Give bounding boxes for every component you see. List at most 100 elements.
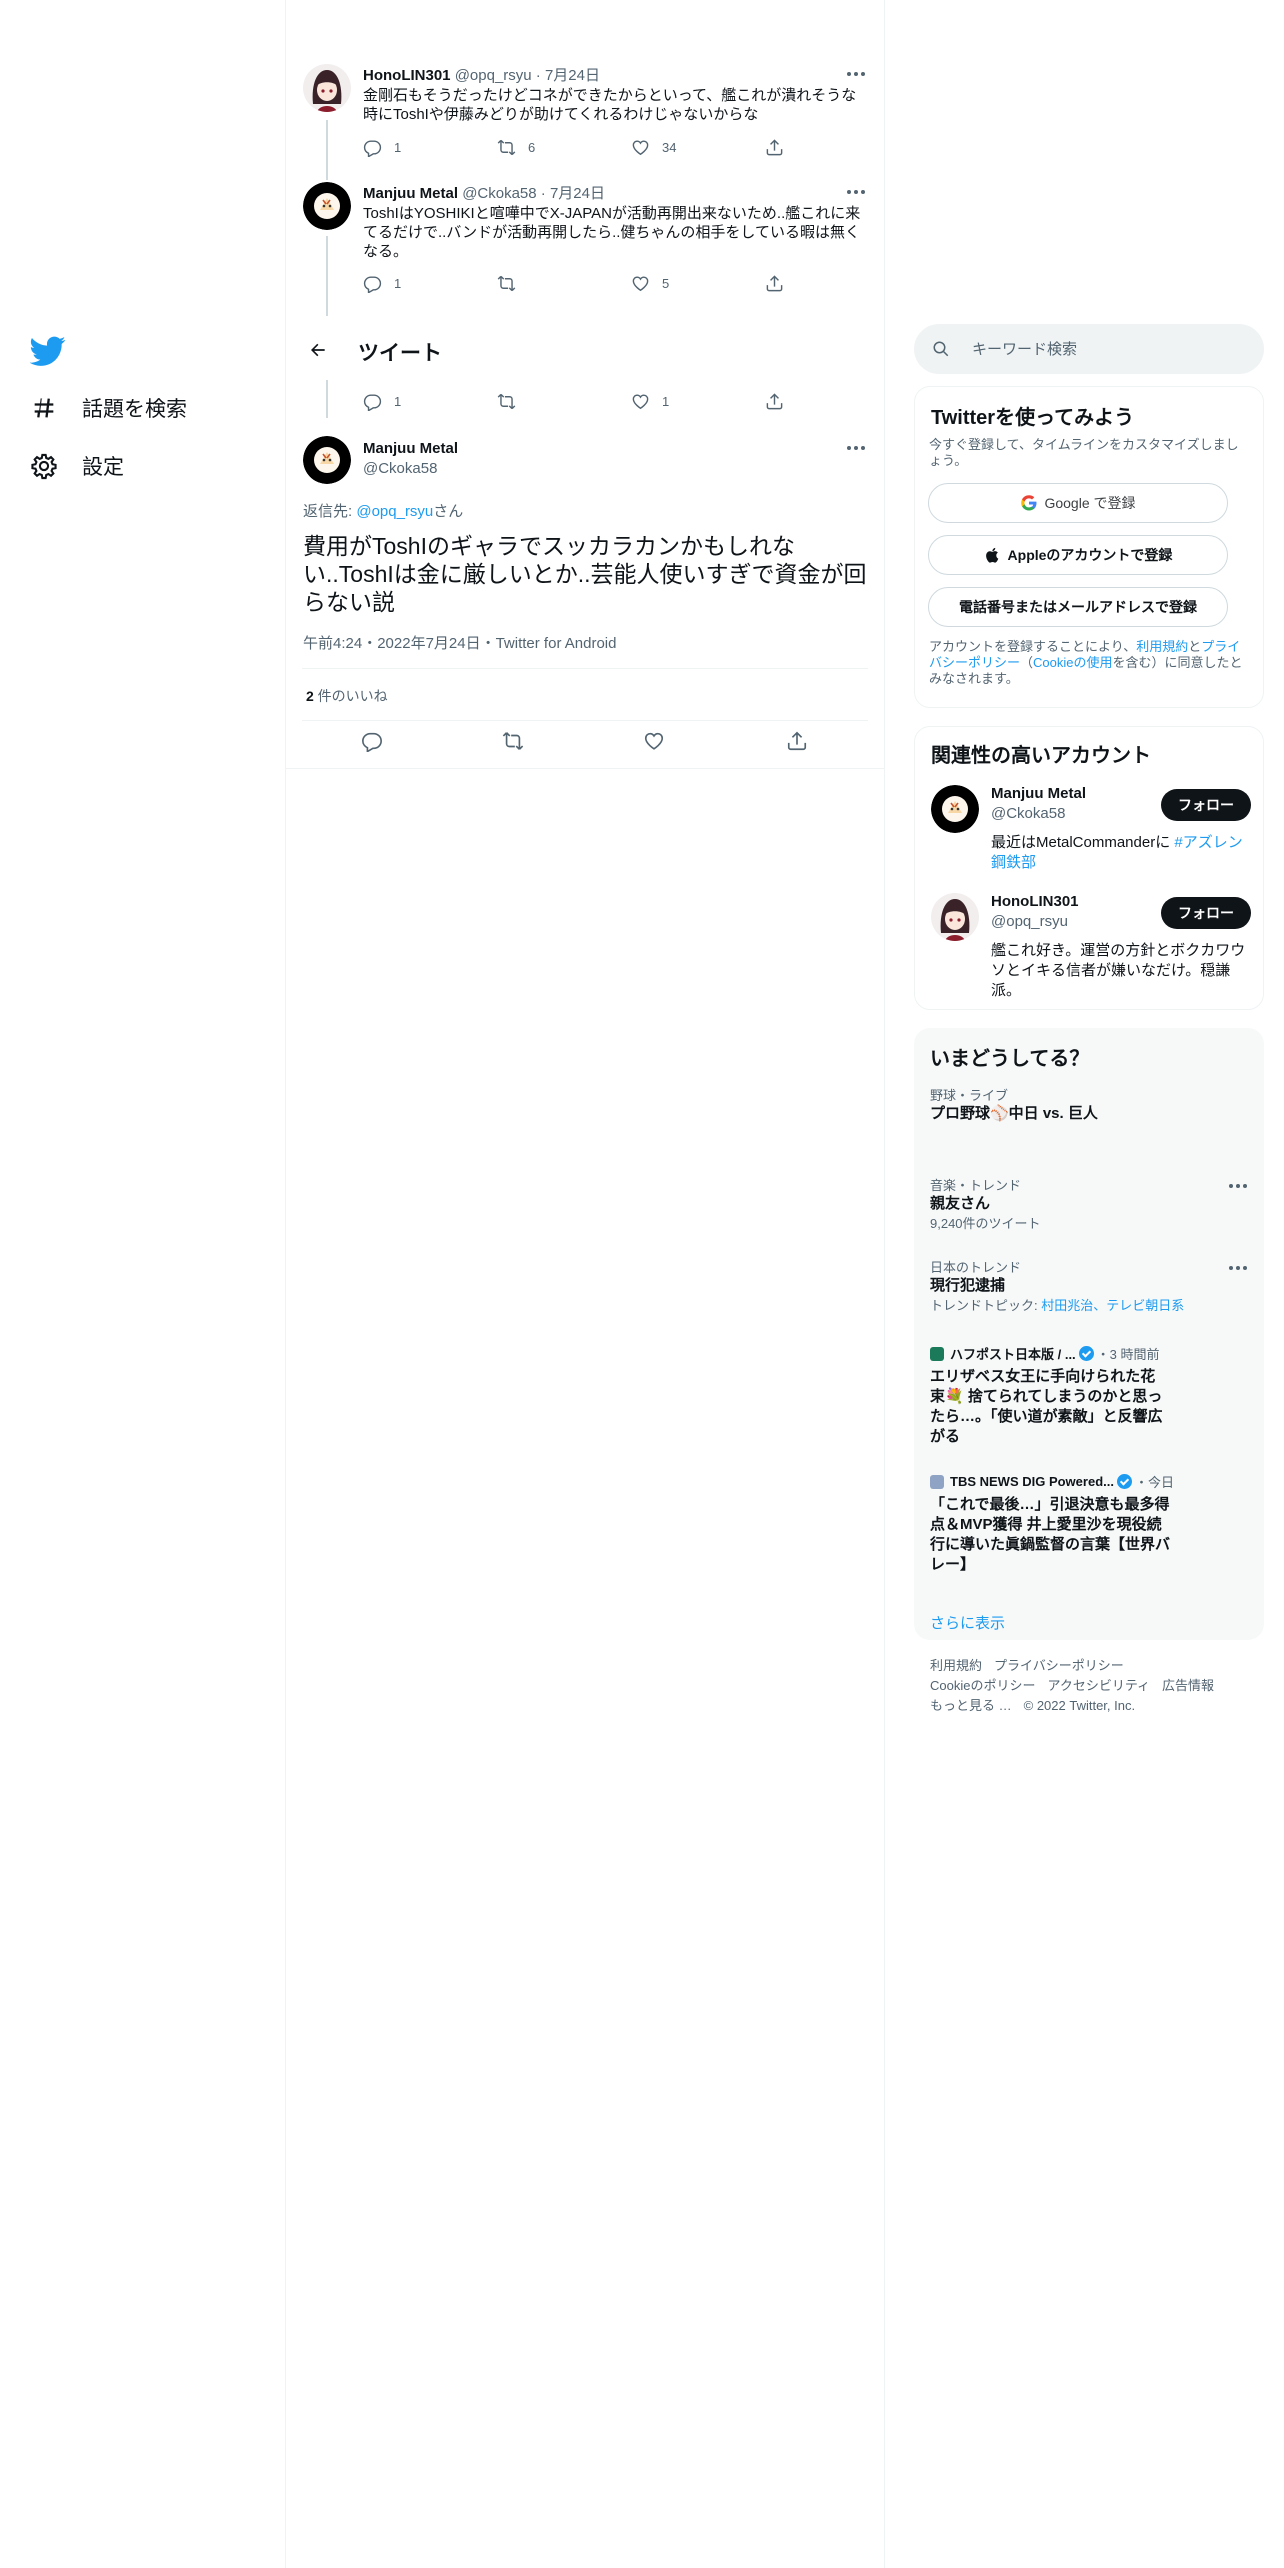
news-source-line: TBS NEWS DIG Powered... ・今日 (930, 1472, 1250, 1491)
reply-button[interactable] (361, 730, 383, 752)
account-handle[interactable]: @opq_rsyu (991, 913, 1068, 930)
news-title: 「これで最後…」引退決意も最多得点＆MVP獲得 井上愛里沙を現役続行に導いた眞鍋… (930, 1496, 1171, 1573)
gear-icon (31, 453, 57, 480)
retweet-button[interactable] (497, 392, 528, 411)
news-item[interactable]: TBS NEWS DIG Powered... ・今日 「これで最後…」引退決意… (930, 1472, 1250, 1575)
share-button[interactable] (765, 274, 784, 293)
more-options-icon[interactable] (1226, 1260, 1250, 1276)
related-account[interactable]: Manjuu Metal @Ckoka58 フォロー 最近はMetalComma… (931, 785, 1251, 885)
thread-tweet[interactable]: HonoLIN301 @opq_rsyu · 7月24日 金剛石もそうだったけど… (286, 60, 884, 170)
retweet-icon (502, 732, 524, 750)
search-box[interactable] (914, 324, 1264, 374)
related-accounts-card: 関連性の高いアカウント Manjuu Metal @Ckoka58 フォロー 最… (914, 726, 1264, 1010)
retweet-button[interactable]: 6 (497, 138, 535, 157)
footer-link[interactable]: もっと見る … (930, 1698, 1012, 1713)
topic-link[interactable]: 村田兆治、テレビ朝日系 (1041, 1298, 1184, 1313)
like-button[interactable]: 34 (631, 138, 676, 157)
trends-card: いまどうしてる？ 野球・ライブ プロ野球⚾中日 vs. 巨人 音楽・トレンド 親… (914, 1028, 1264, 1640)
footer-link[interactable]: 利用規約 (930, 1658, 982, 1673)
google-signup-button[interactable]: Google で登録 (928, 483, 1228, 523)
reply-button[interactable]: 1 (363, 274, 401, 293)
footer-link[interactable]: 広告情報 (1162, 1678, 1214, 1693)
more-options-icon[interactable] (844, 64, 868, 84)
phone-signup-label: 電話番号またはメールアドレスで登録 (959, 599, 1197, 615)
author-name[interactable]: Manjuu Metal (363, 185, 458, 202)
tweet-meta[interactable]: 午前4:24・2022年7月24日・Twitter for Android (303, 632, 616, 653)
reply-handle-link[interactable]: @opq_rsyu (356, 503, 433, 520)
trend-item[interactable]: 音楽・トレンド 親友さん 9,240件のツイート (930, 1178, 1250, 1232)
footer-link[interactable]: アクセシビリティ (1047, 1678, 1150, 1693)
trend-item[interactable]: 日本のトレンド 現行犯逮捕 トレンドトピック: 村田兆治、テレビ朝日系 (930, 1260, 1250, 1314)
related-account[interactable]: HonoLIN301 @opq_rsyu フォロー 艦これ好き。運営の方針とボク… (931, 893, 1251, 1003)
reply-button[interactable]: 1 (363, 138, 401, 157)
signup-card: Twitterを使ってみよう 今すぐ登録して、タイムラインをカスタマイズしましょ… (914, 386, 1264, 708)
more-options-icon[interactable] (844, 438, 868, 458)
twitter-logo-icon[interactable] (29, 333, 66, 369)
terms-text: アカウントを登録することにより、 (929, 639, 1137, 654)
bio-text: 最近はMetalCommanderに (991, 834, 1175, 851)
heart-icon (632, 140, 649, 156)
retweet-icon (497, 393, 516, 410)
author-handle[interactable]: @Ckoka58 (462, 185, 536, 202)
tweet-detail-column: HonoLIN301 @opq_rsyu · 7月24日 金剛石もそうだったけど… (285, 0, 885, 2568)
news-item[interactable]: ハフポスト日本版 / ... ・3 時間前 エリザベス女王に手向けられた花束💐 … (930, 1344, 1250, 1447)
like-button[interactable]: 1 (631, 392, 669, 411)
trend-item[interactable]: 野球・ライブ プロ野球⚾中日 vs. 巨人 (930, 1088, 1250, 1124)
follow-button[interactable]: フォロー (1161, 897, 1251, 929)
apple-signup-button[interactable]: Appleのアカウントで登録 (928, 535, 1228, 575)
terms-link[interactable]: 利用規約 (1136, 639, 1188, 654)
retweet-button[interactable] (497, 274, 528, 293)
author-handle[interactable]: @opq_rsyu (455, 67, 532, 84)
avatar[interactable] (303, 436, 351, 484)
cookie-link[interactable]: Cookieの使用 (1033, 655, 1112, 670)
more-options-icon[interactable] (1226, 1178, 1250, 1194)
share-button[interactable] (765, 138, 784, 157)
divider (302, 668, 868, 669)
reply-count: 1 (394, 394, 402, 409)
avatar[interactable] (931, 785, 979, 833)
terms-text: と (1188, 639, 1202, 654)
avatar[interactable] (931, 893, 979, 941)
like-button[interactable] (643, 730, 665, 752)
share-icon (787, 731, 807, 751)
back-button[interactable] (298, 330, 338, 370)
account-name[interactable]: Manjuu Metal (991, 785, 1086, 802)
like-button[interactable]: 5 (631, 274, 669, 293)
author-name[interactable]: Manjuu Metal (363, 440, 458, 457)
google-signup-label: Google で登録 (1044, 495, 1136, 511)
avatar[interactable] (303, 182, 351, 230)
retweet-button[interactable] (502, 730, 524, 752)
tweet-date[interactable]: 7月24日 (545, 67, 600, 84)
footer-link[interactable]: プライバシーポリシー (994, 1658, 1124, 1673)
reply-count: 1 (394, 276, 402, 291)
avatar[interactable] (303, 64, 351, 112)
news-source-icon (930, 1474, 944, 1489)
phone-signup-button[interactable]: 電話番号またはメールアドレスで登録 (928, 587, 1228, 627)
tweet-text: 費用がToshIのギャラでスッカラカンかもしれない..ToshIは金に厳しいとか… (303, 533, 867, 615)
terms-text: （ (1020, 655, 1034, 670)
author-name[interactable]: HonoLIN301 (363, 67, 451, 84)
thread-tweet[interactable]: Manjuu Metal @Ckoka58 · 7月24日 ToshIはYOSH… (286, 178, 884, 306)
reply-button[interactable]: 1 (363, 392, 401, 411)
show-more-link[interactable]: さらに表示 (930, 1612, 1005, 1633)
footer-link[interactable]: Cookieのポリシー (930, 1678, 1035, 1693)
likes-summary[interactable]: 2 件のいいね (306, 686, 388, 706)
heart-icon (632, 276, 649, 292)
reply-icon (363, 276, 382, 293)
account-handle[interactable]: @Ckoka58 (991, 805, 1065, 822)
tweet-date[interactable]: 7月24日 (550, 185, 605, 202)
account-name[interactable]: HonoLIN301 (991, 893, 1079, 910)
like-count: 2 (306, 688, 314, 704)
heart-icon (644, 732, 664, 750)
author-handle[interactable]: @Ckoka58 (363, 460, 437, 477)
more-options-icon[interactable] (844, 182, 868, 202)
share-button[interactable] (765, 392, 784, 411)
tweet-actions: 1 6 34 (363, 138, 803, 158)
follow-button[interactable]: フォロー (1161, 789, 1251, 821)
nav-explore[interactable]: 話題を検索 (30, 386, 187, 430)
like-count: 1 (662, 394, 670, 409)
nav-settings[interactable]: 設定 (30, 444, 124, 488)
reply-icon (362, 732, 382, 752)
search-input[interactable] (972, 340, 1242, 358)
share-button[interactable] (786, 730, 808, 752)
